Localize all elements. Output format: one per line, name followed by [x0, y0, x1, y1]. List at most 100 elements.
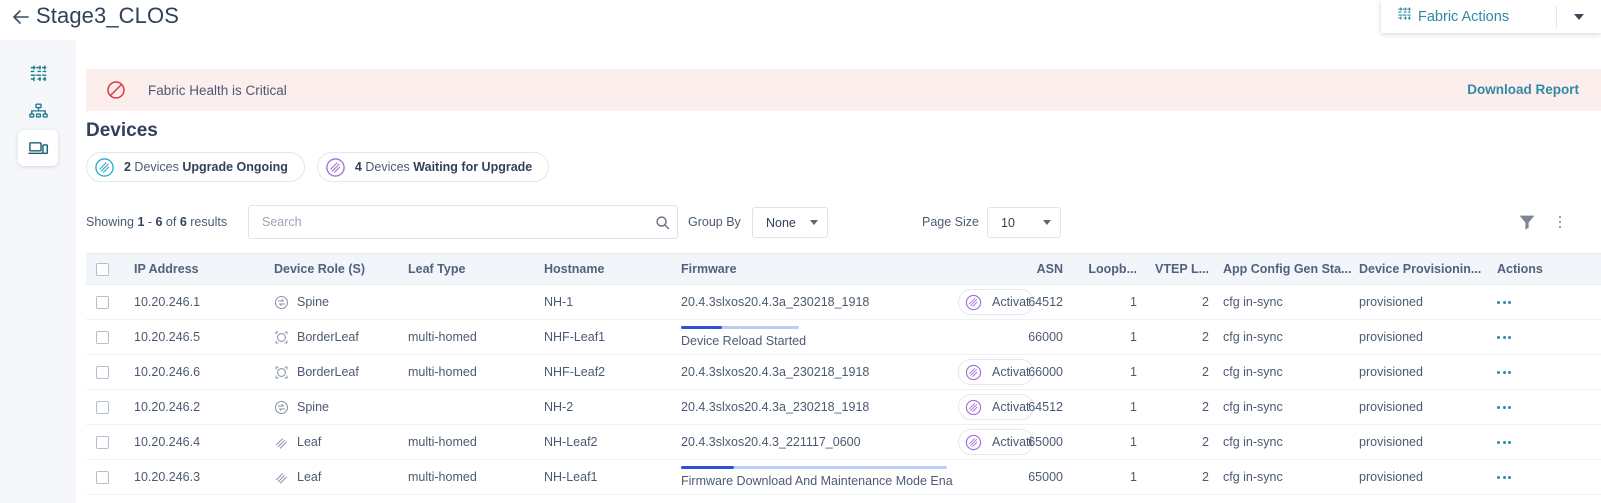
column-header-device-provisioning[interactable]: Device Provisionin...	[1359, 254, 1499, 284]
column-header-firmware[interactable]: Firmware	[681, 254, 801, 284]
cell-vtep: 2	[1202, 400, 1209, 414]
cell-device-role: Leaf	[274, 460, 404, 494]
row-checkbox[interactable]	[96, 400, 109, 414]
cell-actions[interactable]	[1497, 355, 1587, 389]
cell-vtep: 2	[1202, 470, 1209, 484]
cell-device-provisioning: provisioned	[1359, 330, 1423, 344]
column-header-device-role[interactable]: Device Role (S)	[274, 254, 404, 284]
kebab-icon	[1497, 440, 1500, 444]
cell-device-role: BorderLeaf	[274, 320, 404, 354]
showing-total: 6	[179, 215, 187, 229]
firmware-status-label: Device Reload Started	[681, 334, 807, 349]
row-checkbox-cell[interactable]	[96, 425, 109, 459]
row-checkbox-cell[interactable]	[96, 285, 109, 319]
cell-loopback: 1	[1130, 435, 1137, 449]
cell-app-config-gen-status: cfg in-sync	[1223, 400, 1283, 414]
row-checkbox[interactable]	[96, 295, 109, 309]
kebab-icon	[1497, 370, 1500, 374]
cell-asn: 66000	[1028, 330, 1063, 344]
cell-actions[interactable]	[1497, 425, 1587, 459]
firmware-version: 20.4.3slxos20.4.3a_230218_1918	[681, 295, 870, 309]
chip-waiting-bold: Waiting for Upgrade	[413, 160, 533, 174]
select-all-checkbox-cell[interactable]	[96, 254, 109, 284]
row-checkbox[interactable]	[96, 365, 109, 379]
row-checkbox-cell[interactable]	[96, 320, 109, 354]
fabric-actions-dropdown-toggle[interactable]	[1557, 0, 1601, 33]
column-header-asn[interactable]: ASN	[986, 254, 1063, 284]
showing-dash: -	[144, 215, 156, 229]
row-actions-button[interactable]	[1497, 405, 1511, 409]
table-row[interactable]: 10.20.246.1 Spine NH-1 20.4.3slxos20.4.3a_…	[86, 285, 1601, 320]
row-actions-button[interactable]	[1497, 300, 1511, 304]
page-size-label: Page Size	[922, 215, 979, 229]
table-row[interactable]: 10.20.246.4 Leaf multi-homed NH-Leaf2 20.4.…	[86, 425, 1601, 460]
chip-upgrade-ongoing-count: 2	[124, 160, 131, 174]
group-by-select[interactable]: None	[752, 207, 828, 238]
cell-device-provisioning: provisioned	[1359, 365, 1423, 379]
row-checkbox[interactable]	[96, 330, 109, 344]
fabric-actions-menu[interactable]: Fabric Actions	[1381, 0, 1601, 33]
fabric-grid-icon	[1397, 6, 1412, 27]
back-button[interactable]	[8, 4, 34, 30]
cell-device-role: Leaf	[274, 425, 404, 459]
table-row[interactable]: 10.20.246.3 Leaf multi-homed NH-Leaf1 Firmw…	[86, 460, 1601, 495]
column-header-leaf-type[interactable]: Leaf Type	[408, 254, 533, 284]
devices-icon	[27, 138, 49, 159]
table-row[interactable]: 10.20.246.2 Spine NH-2 20.4.3slxos20.4.3a_…	[86, 390, 1601, 425]
top-bar: Stage3_CLOS Fabric Actions	[0, 0, 1601, 40]
borderleaf-icon	[274, 365, 289, 380]
chip-waiting-for-upgrade[interactable]: 4 Devices Waiting for Upgrade	[316, 152, 550, 182]
sidebar-item-devices[interactable]	[18, 130, 58, 166]
cell-ip-address: 10.20.246.1	[134, 295, 201, 309]
search-input[interactable]	[249, 206, 647, 238]
table-row[interactable]: 10.20.246.6 BorderLeaf multi-homed NHF-Lea…	[86, 355, 1601, 390]
column-header-loopback[interactable]: Loopb...	[1073, 254, 1137, 284]
column-header-ip-address[interactable]: IP Address	[134, 254, 264, 284]
search-icon[interactable]	[647, 215, 677, 230]
kebab-icon	[1497, 475, 1500, 479]
column-header-actions[interactable]: Actions	[1497, 254, 1587, 284]
column-header-hostname[interactable]: Hostname	[544, 254, 664, 284]
fabric-actions-button[interactable]: Fabric Actions	[1381, 0, 1556, 33]
row-actions-button[interactable]	[1497, 370, 1511, 374]
row-checkbox-cell[interactable]	[96, 355, 109, 389]
cell-actions[interactable]	[1497, 460, 1587, 494]
leaf-icon	[274, 470, 289, 485]
firmware-progress-bar	[681, 465, 947, 470]
page-size-select[interactable]: 10	[987, 207, 1061, 238]
sidebar-item-fabric-grid[interactable]	[18, 57, 58, 91]
sidebar-item-topology[interactable]	[18, 94, 58, 128]
kebab-icon	[1502, 440, 1506, 444]
cell-device-role: Spine	[274, 390, 404, 424]
row-actions-button[interactable]	[1497, 335, 1511, 339]
cell-asn: 66000	[1028, 365, 1063, 379]
cell-hostname: NHF-Leaf2	[544, 365, 606, 379]
select-all-checkbox[interactable]	[96, 262, 109, 276]
firmware-version: 20.4.3slxos20.4.3a_230218_1918	[681, 400, 870, 414]
chip-upgrade-ongoing[interactable]: 2 Devices Upgrade Ongoing	[86, 152, 305, 182]
row-checkbox[interactable]	[96, 470, 109, 484]
cell-actions[interactable]	[1497, 285, 1587, 319]
table-row[interactable]: 10.20.246.5 BorderLeaf multi-homed NHF-Lea…	[86, 320, 1601, 355]
fabric-actions-label: Fabric Actions	[1418, 8, 1510, 25]
row-checkbox-cell[interactable]	[96, 390, 109, 424]
device-role-label: Leaf	[297, 435, 322, 449]
download-report-link[interactable]: Download Report	[1467, 82, 1579, 97]
cell-actions[interactable]	[1497, 390, 1587, 424]
row-actions-button[interactable]	[1497, 440, 1511, 444]
health-banner-text: Fabric Health is Critical	[148, 82, 287, 98]
row-checkbox[interactable]	[96, 435, 109, 449]
table-options-button[interactable]	[1552, 211, 1568, 233]
chip-upgrade-ongoing-bold: Upgrade Ongoing	[182, 160, 288, 174]
row-actions-button[interactable]	[1497, 475, 1511, 479]
cell-ip-address: 10.20.246.4	[134, 435, 201, 449]
cell-vtep: 2	[1202, 365, 1209, 379]
cell-actions[interactable]	[1497, 320, 1587, 354]
cell-asn: 64512	[1028, 295, 1063, 309]
cell-ip-address: 10.20.246.5	[134, 330, 201, 344]
kebab-icon	[1502, 370, 1506, 374]
search-box[interactable]	[248, 205, 678, 239]
column-header-vtep[interactable]: VTEP L...	[1144, 254, 1209, 284]
filter-button[interactable]	[1516, 211, 1538, 233]
row-checkbox-cell[interactable]	[96, 460, 109, 494]
